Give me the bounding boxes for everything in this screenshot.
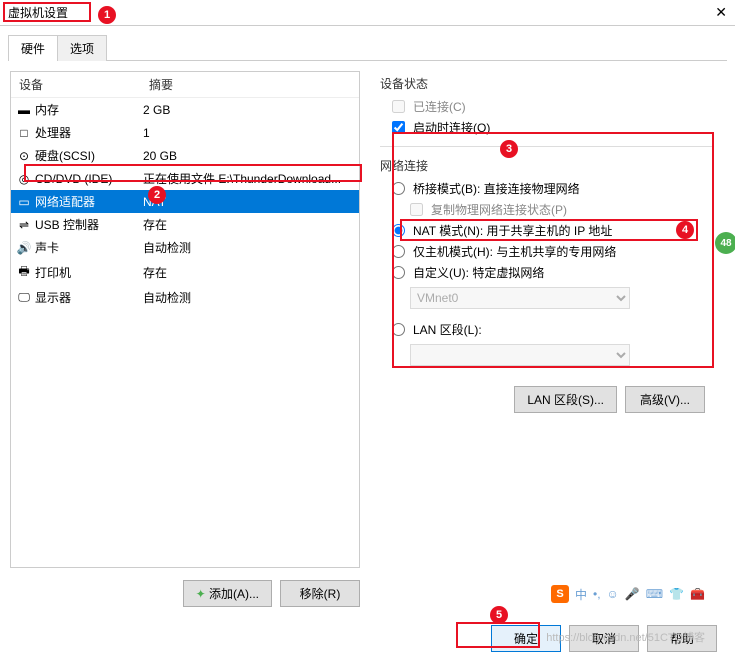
memory-icon: ▬ xyxy=(15,103,33,117)
hw-row-usb[interactable]: ⇌ USB 控制器 存在 xyxy=(11,213,359,236)
hw-summary: 存在 xyxy=(143,216,355,233)
cddvd-icon: ◎ xyxy=(15,172,33,186)
nat-label: NAT 模式(N): 用于共享主机的 IP 地址 xyxy=(413,222,612,239)
divider xyxy=(380,146,713,147)
hw-name: USB 控制器 xyxy=(35,216,143,233)
lan-segments-button[interactable]: LAN 区段(S)... xyxy=(514,386,617,413)
col-device: 设备 xyxy=(19,76,149,93)
connected-label: 已连接(C) xyxy=(413,98,466,115)
cpu-icon: □ xyxy=(15,126,33,140)
hw-name: 打印机 xyxy=(35,264,143,281)
hostonly-input[interactable] xyxy=(392,245,405,258)
net-group-label: 网络连接 xyxy=(380,157,713,174)
advanced-button[interactable]: 高级(V)... xyxy=(625,386,705,413)
bridged-radio[interactable]: 桥接模式(B): 直接连接物理网络 xyxy=(392,180,713,197)
hw-row-cddvd[interactable]: ◎ CD/DVD (IDE) 正在使用文件 E:\ThunderDownload… xyxy=(11,167,359,190)
window-title: 虚拟机设置 xyxy=(8,4,68,21)
col-summary: 摘要 xyxy=(149,76,173,93)
replicate-input xyxy=(410,203,423,216)
hardware-list-header: 设备 摘要 xyxy=(11,72,359,98)
add-label: 添加(A)... xyxy=(209,587,259,601)
hardware-list: 设备 摘要 ▬ 内存 2 GB □ 处理器 1 ⊙ 硬盘(SCSI) 20 GB… xyxy=(10,71,360,568)
hw-summary: 自动检测 xyxy=(143,239,355,256)
ime-keyboard-icon[interactable]: ⌨ xyxy=(646,587,663,601)
bridged-input[interactable] xyxy=(392,182,405,195)
hw-name: 硬盘(SCSI) xyxy=(35,147,143,164)
connect-on-power-label: 启动时连接(O) xyxy=(413,119,490,136)
connect-on-power-input[interactable] xyxy=(392,121,405,134)
status-group-label: 设备状态 xyxy=(380,75,713,92)
close-icon[interactable]: ✕ xyxy=(715,4,727,21)
ime-bar[interactable]: S 中 •, ☺ 🎤 ⌨ 👕 🧰 xyxy=(551,585,705,603)
hw-summary: 2 GB xyxy=(143,103,355,117)
hw-summary: 正在使用文件 E:\ThunderDownload... xyxy=(143,170,355,187)
green-badge: 48 xyxy=(715,232,735,254)
hw-row-memory[interactable]: ▬ 内存 2 GB xyxy=(11,98,359,121)
hw-row-cpu[interactable]: □ 处理器 1 xyxy=(11,121,359,144)
lan-segment-select xyxy=(410,344,630,366)
lan-input[interactable] xyxy=(392,323,405,336)
nat-input[interactable] xyxy=(392,224,405,237)
hw-summary: 存在 xyxy=(143,264,355,281)
sound-icon: 🔊 xyxy=(15,241,33,255)
tab-options[interactable]: 选项 xyxy=(57,35,107,61)
connected-checkbox: 已连接(C) xyxy=(392,98,713,115)
hw-name: 内存 xyxy=(35,101,143,118)
connected-input xyxy=(392,100,405,113)
watermark: https://blog.csdn.net/51CTO博客 xyxy=(546,629,705,645)
hw-row-disk[interactable]: ⊙ 硬盘(SCSI) 20 GB xyxy=(11,144,359,167)
ime-mic-icon[interactable]: 🎤 xyxy=(625,587,640,601)
custom-input[interactable] xyxy=(392,266,405,279)
network-icon: ▭ xyxy=(15,195,33,209)
ime-smile-icon[interactable]: ☺ xyxy=(607,587,619,601)
display-icon: 🖵 xyxy=(15,290,33,305)
ime-dot[interactable]: •, xyxy=(593,587,601,601)
replicate-label: 复制物理网络连接状态(P) xyxy=(431,201,567,218)
ime-toolbox-icon[interactable]: 🧰 xyxy=(690,587,705,601)
hw-name: 网络适配器 xyxy=(35,193,143,210)
printer-icon: 🖶 xyxy=(15,262,33,283)
hw-name: 显示器 xyxy=(35,289,143,306)
lan-radio[interactable]: LAN 区段(L): xyxy=(392,321,713,338)
usb-icon: ⇌ xyxy=(15,218,33,232)
hw-summary: NAT xyxy=(143,195,355,209)
hostonly-radio[interactable]: 仅主机模式(H): 与主机共享的专用网络 xyxy=(392,243,713,260)
hw-summary: 自动检测 xyxy=(143,289,355,306)
tab-hardware[interactable]: 硬件 xyxy=(8,35,58,61)
hw-name: CD/DVD (IDE) xyxy=(35,172,143,186)
ime-zhong[interactable]: 中 xyxy=(575,586,587,603)
hw-name: 声卡 xyxy=(35,239,143,256)
remove-button[interactable]: 移除(R) xyxy=(280,580,360,607)
sogou-icon[interactable]: S xyxy=(551,585,569,603)
add-icon: ✦ xyxy=(196,587,206,601)
add-button[interactable]: ✦ 添加(A)... xyxy=(183,580,272,607)
replicate-checkbox: 复制物理网络连接状态(P) xyxy=(410,201,713,218)
hw-row-printer[interactable]: 🖶 打印机 存在 xyxy=(11,259,359,286)
hostonly-label: 仅主机模式(H): 与主机共享的专用网络 xyxy=(413,243,616,260)
hw-row-sound[interactable]: 🔊 声卡 自动检测 xyxy=(11,236,359,259)
lan-label: LAN 区段(L): xyxy=(413,321,482,338)
custom-radio[interactable]: 自定义(U): 特定虚拟网络 xyxy=(392,264,713,281)
hw-row-network[interactable]: ▭ 网络适配器 NAT xyxy=(11,190,359,213)
nat-radio[interactable]: NAT 模式(N): 用于共享主机的 IP 地址 xyxy=(392,222,713,239)
hw-summary: 1 xyxy=(143,126,355,140)
hw-name: 处理器 xyxy=(35,124,143,141)
custom-vmnet-select: VMnet0 xyxy=(410,287,630,309)
bridged-label: 桥接模式(B): 直接连接物理网络 xyxy=(413,180,580,197)
hw-row-display[interactable]: 🖵 显示器 自动检测 xyxy=(11,286,359,309)
disk-icon: ⊙ xyxy=(15,149,33,163)
custom-label: 自定义(U): 特定虚拟网络 xyxy=(413,264,544,281)
hw-summary: 20 GB xyxy=(143,149,355,163)
connect-on-power-checkbox[interactable]: 启动时连接(O) xyxy=(392,119,713,136)
ime-skin-icon[interactable]: 👕 xyxy=(669,587,684,601)
